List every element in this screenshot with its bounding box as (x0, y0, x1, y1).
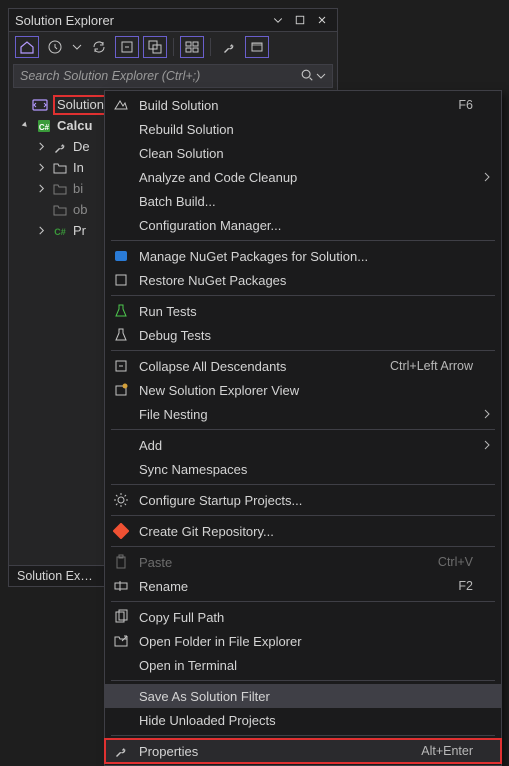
menu-batch-build[interactable]: Batch Build... (105, 189, 501, 213)
menu-add[interactable]: Add (105, 433, 501, 457)
menu-separator (111, 295, 495, 296)
menu-manage-nuget[interactable]: Manage NuGet Packages for Solution... (105, 244, 501, 268)
open-folder-icon (111, 633, 131, 649)
panel-titlebar: Solution Explorer (9, 9, 337, 32)
menu-startup-projects[interactable]: Configure Startup Projects... (105, 488, 501, 512)
sync-icon[interactable] (87, 36, 111, 58)
expander-icon[interactable] (35, 163, 47, 172)
tree-label: ob (73, 202, 87, 217)
menu-rename[interactable]: RenameF2 (105, 574, 501, 598)
menu-config-mgr[interactable]: Configuration Manager... (105, 213, 501, 237)
maximize-icon[interactable] (291, 12, 309, 28)
view-icon[interactable] (180, 36, 204, 58)
wrench-icon[interactable] (217, 36, 241, 58)
expander-icon[interactable] (35, 226, 47, 235)
menu-hide-unloaded[interactable]: Hide Unloaded Projects (105, 708, 501, 732)
cs-file-icon: C# (51, 223, 69, 239)
menu-separator (111, 515, 495, 516)
folder-icon (51, 202, 69, 218)
menu-copy-path[interactable]: Copy Full Path (105, 605, 501, 629)
tree-label: Pr (73, 223, 86, 238)
wrench-icon (51, 139, 69, 155)
flask-debug-icon (111, 327, 131, 343)
folder-icon (51, 181, 69, 197)
collapse-icon[interactable] (115, 36, 139, 58)
expander-open-icon[interactable] (19, 121, 31, 130)
menu-debug-tests[interactable]: Debug Tests (105, 323, 501, 347)
tree-label: In (73, 160, 84, 175)
menu-file-nesting[interactable]: File Nesting (105, 402, 501, 426)
search-bar[interactable] (13, 64, 333, 88)
svg-text:C#: C# (39, 123, 50, 132)
menu-build-solution[interactable]: Build Solution F6 (105, 93, 501, 117)
tree-label: bi (73, 181, 83, 196)
collapse-icon (111, 358, 131, 374)
menu-open-terminal[interactable]: Open in Terminal (105, 653, 501, 677)
git-icon (111, 523, 131, 539)
menu-separator (111, 735, 495, 736)
menu-rebuild-solution[interactable]: Rebuild Solution (105, 117, 501, 141)
menu-sync-namespaces[interactable]: Sync Namespaces (105, 457, 501, 481)
nuget-icon (111, 248, 131, 264)
expander-icon[interactable] (35, 142, 47, 151)
copy-icon (111, 609, 131, 625)
chevron-down-icon[interactable] (316, 69, 326, 84)
toolbar (9, 32, 337, 62)
gear-icon (111, 492, 131, 508)
wrench-icon (111, 743, 131, 759)
context-menu: Build Solution F6 Rebuild Solution Clean… (104, 90, 502, 766)
home-icon[interactable] (15, 36, 39, 58)
build-icon (111, 97, 131, 113)
new-view-icon (111, 382, 131, 398)
menu-paste: PasteCtrl+V (105, 550, 501, 574)
flask-icon (111, 303, 131, 319)
menu-separator (111, 240, 495, 241)
chevron-down-icon[interactable] (71, 36, 83, 58)
menu-separator (111, 350, 495, 351)
tree-label: Calcu (57, 118, 92, 133)
menu-save-filter[interactable]: Save As Solution Filter (105, 684, 501, 708)
menu-open-folder[interactable]: Open Folder in File Explorer (105, 629, 501, 653)
menu-analyze[interactable]: Analyze and Code Cleanup (105, 165, 501, 189)
expander-icon[interactable] (35, 184, 47, 193)
menu-separator (111, 680, 495, 681)
submenu-arrow-icon (481, 409, 491, 419)
menu-separator (111, 546, 495, 547)
window-buttons (269, 12, 331, 28)
solution-icon (31, 97, 49, 113)
submenu-arrow-icon (481, 440, 491, 450)
toolbar-separator (210, 38, 211, 56)
rename-icon (111, 578, 131, 594)
menu-restore-nuget[interactable]: Restore NuGet Packages (105, 268, 501, 292)
tree-label: Solution (53, 95, 108, 115)
show-all-icon[interactable] (143, 36, 167, 58)
menu-create-git[interactable]: Create Git Repository... (105, 519, 501, 543)
folder-icon (51, 160, 69, 176)
restore-icon (111, 272, 131, 288)
menu-properties[interactable]: PropertiesAlt+Enter (105, 739, 501, 763)
history-icon[interactable] (43, 36, 67, 58)
search-icon[interactable] (300, 68, 314, 85)
menu-collapse-all[interactable]: Collapse All DescendantsCtrl+Left Arrow (105, 354, 501, 378)
menu-separator (111, 484, 495, 485)
svg-text:C#: C# (54, 227, 66, 237)
search-input[interactable] (20, 69, 300, 83)
tree-label: De (73, 139, 90, 154)
paste-icon (111, 554, 131, 570)
close-icon[interactable] (313, 12, 331, 28)
dropdown-icon[interactable] (269, 12, 287, 28)
submenu-arrow-icon (481, 172, 491, 182)
menu-run-tests[interactable]: Run Tests (105, 299, 501, 323)
menu-separator (111, 429, 495, 430)
csproj-icon: C# (35, 118, 53, 134)
toolbar-separator (173, 38, 174, 56)
menu-clean-solution[interactable]: Clean Solution (105, 141, 501, 165)
preview-icon[interactable] (245, 36, 269, 58)
menu-separator (111, 601, 495, 602)
menu-new-view[interactable]: New Solution Explorer View (105, 378, 501, 402)
panel-title: Solution Explorer (15, 13, 269, 28)
